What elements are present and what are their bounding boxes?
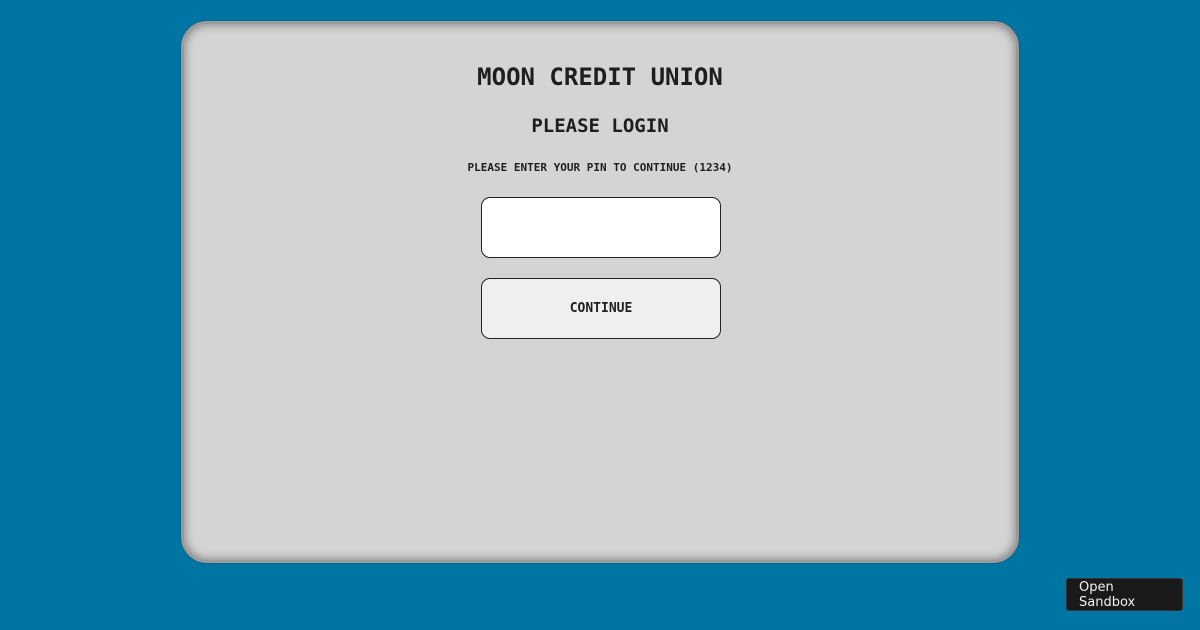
atm-screen: MOON CREDIT UNION PLEASE LOGIN PLEASE EN… bbox=[181, 21, 1019, 563]
pin-input[interactable] bbox=[481, 197, 721, 258]
continue-button[interactable]: CONTINUE bbox=[481, 278, 721, 339]
login-heading: PLEASE LOGIN bbox=[531, 115, 669, 137]
bank-title: MOON CREDIT UNION bbox=[477, 63, 723, 91]
open-sandbox-button[interactable]: Open Sandbox bbox=[1066, 578, 1183, 611]
pin-instruction: PLEASE ENTER YOUR PIN TO CONTINUE (1234) bbox=[467, 161, 733, 174]
